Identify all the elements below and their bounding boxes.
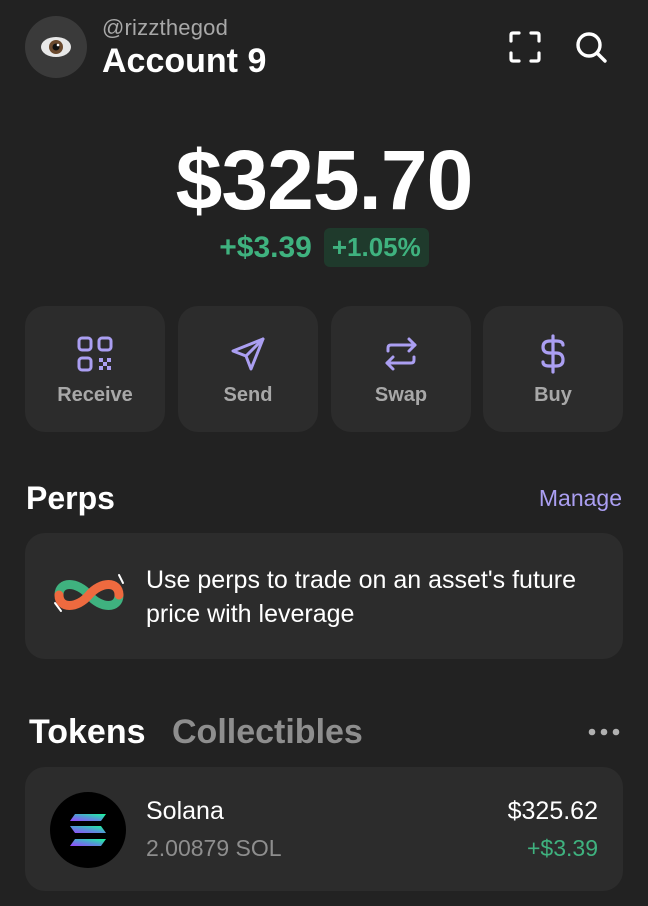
solana-logo — [50, 792, 126, 868]
token-value: $325.62 — [507, 797, 598, 825]
balance-change-percent-badge: +1.05% — [323, 228, 429, 267]
swap-icon — [385, 337, 417, 371]
receive-label: Receive — [57, 384, 133, 406]
tab-collectibles[interactable]: Collectibles — [172, 713, 363, 752]
total-balance: $325.70 — [175, 133, 474, 227]
send-button[interactable]: Send — [178, 306, 318, 432]
scan-button[interactable] — [506, 28, 544, 66]
perps-manage-link[interactable]: Manage — [539, 485, 622, 512]
token-amount: 2.00879 SOL — [146, 835, 282, 861]
search-icon — [576, 32, 607, 63]
balance-change-usd: +$3.39 — [219, 230, 312, 264]
receive-button[interactable]: Receive — [25, 306, 165, 432]
swap-button[interactable]: Swap — [331, 306, 471, 432]
account-name[interactable]: Account 9 — [102, 42, 266, 81]
qr-code-icon — [77, 336, 113, 372]
avatar[interactable] — [25, 16, 87, 78]
header: @rizzthegod Account 9 — [0, 0, 648, 100]
scan-icon — [509, 31, 541, 63]
more-dots-icon — [588, 728, 620, 736]
dollar-icon — [541, 334, 565, 374]
perps-promo-card[interactable]: Use perps to trade on an asset's future … — [25, 533, 623, 659]
more-options-button[interactable] — [586, 722, 622, 742]
swap-label: Swap — [374, 384, 428, 406]
perps-section-title: Perps — [26, 480, 115, 516]
token-name: Solana — [146, 797, 224, 825]
token-row-solana[interactable]: Solana 2.00879 SOL $325.62 +$3.39 — [25, 767, 623, 891]
buy-label: Buy — [534, 384, 572, 406]
send-icon — [231, 337, 265, 371]
eye-icon — [41, 37, 71, 57]
perps-promo-text: Use perps to trade on an asset's future … — [146, 566, 577, 628]
perps-logo-icon — [54, 574, 124, 612]
account-handle: @rizzthegod — [102, 15, 229, 40]
solana-icon — [70, 814, 106, 846]
send-label: Send — [223, 384, 273, 406]
buy-button[interactable]: Buy — [483, 306, 623, 432]
tab-tokens[interactable]: Tokens — [29, 713, 146, 752]
action-buttons: Receive Send Swap Buy — [25, 306, 623, 432]
search-button[interactable] — [572, 28, 610, 66]
token-change: +$3.39 — [527, 835, 598, 861]
balance-change: +$3.39 +1.05% — [0, 228, 648, 267]
